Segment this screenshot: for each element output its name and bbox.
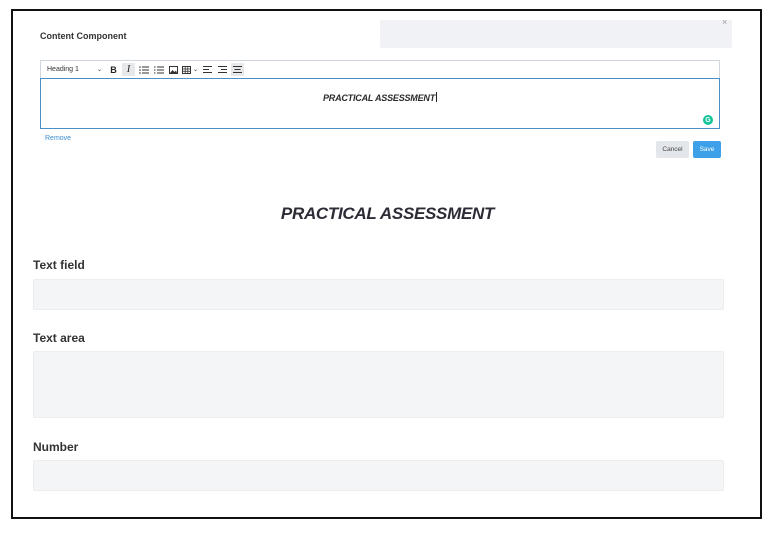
number-input[interactable] [33,460,724,491]
heading-select[interactable]: Heading 1 [47,66,97,73]
modal: Content Component × Heading 1 ⌄ B I ⌄ PR… [11,9,762,519]
remove-link[interactable]: Remove [45,135,71,142]
close-icon[interactable]: × [722,18,727,27]
editor-content[interactable]: PRACTICAL ASSESSMENT [41,92,719,103]
text-area-label: Text area [33,331,85,345]
cancel-button[interactable]: Cancel [656,141,689,158]
grammarly-icon[interactable]: G [703,115,713,125]
modal-title: Content Component [40,31,127,41]
table-chevron-down-icon[interactable]: ⌄ [193,66,201,73]
chevron-down-icon[interactable]: ⌄ [97,66,107,73]
bullet-list-icon[interactable] [137,63,150,76]
preview-heading: PRACTICAL ASSESSMENT [280,204,495,223]
italic-icon[interactable]: I [122,63,135,76]
image-icon[interactable] [167,63,180,76]
align-center-icon[interactable] [231,63,244,76]
text-field-input[interactable] [33,279,724,310]
save-button[interactable]: Save [693,141,721,158]
text-field-label: Text field [33,258,85,272]
align-left-icon[interactable] [201,63,214,76]
align-right-icon[interactable] [216,63,229,76]
text-caret [436,92,437,102]
rich-text-editor[interactable]: PRACTICAL ASSESSMENT G [40,78,720,129]
table-icon[interactable] [182,63,191,76]
number-label: Number [33,440,79,454]
editor-toolbar: Heading 1 ⌄ B I ⌄ [40,60,720,78]
modal-header-bar [380,20,732,48]
numbered-list-icon[interactable] [152,63,165,76]
text-area-input[interactable] [33,351,724,418]
bold-icon[interactable]: B [107,63,120,76]
